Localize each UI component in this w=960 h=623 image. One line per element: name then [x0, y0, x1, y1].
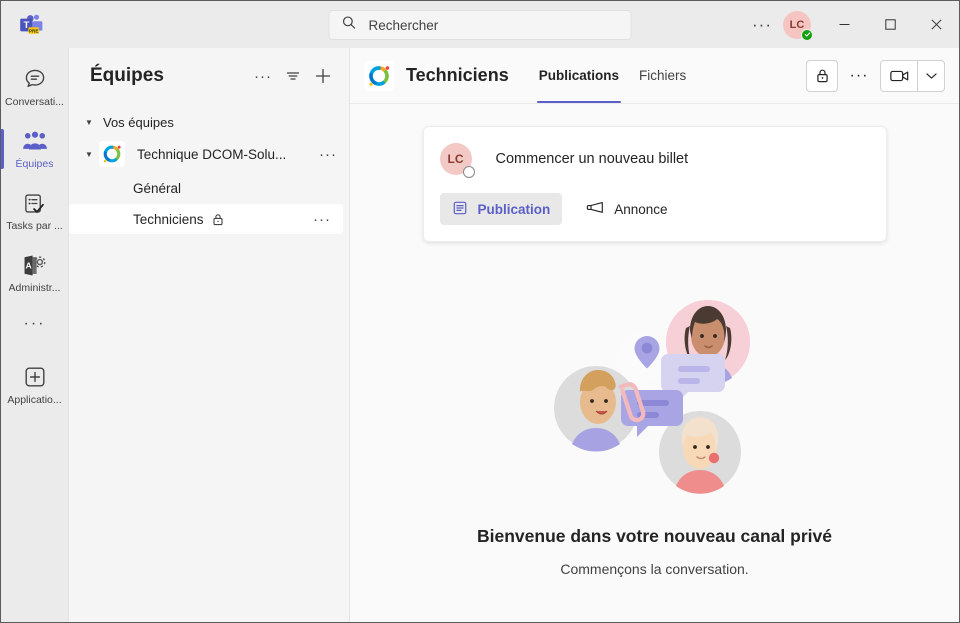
- search-placeholder: Rechercher: [368, 17, 439, 33]
- main-content: Techniciens Publications Fichiers ··· LC…: [350, 48, 959, 622]
- admin-gear-icon: A: [22, 252, 47, 278]
- minimize-button[interactable]: [821, 1, 867, 48]
- compose-top-row: LC Commencer un nouveau billet: [439, 143, 868, 178]
- empty-state: Bienvenue dans votre nouveau canal privé…: [350, 280, 959, 577]
- rail-item-apps[interactable]: Applicatio...: [1, 354, 69, 416]
- avatar[interactable]: LC: [783, 10, 813, 41]
- channel-name: Général: [133, 180, 182, 196]
- team-more-button[interactable]: ···: [317, 146, 339, 163]
- rail-label-conversations: Conversati...: [5, 96, 64, 108]
- megaphone-icon: [586, 200, 604, 218]
- teams-group-header[interactable]: ▼ Vos équipes: [69, 108, 349, 136]
- page-title: Équipes: [90, 65, 164, 86]
- private-channel-lock-button[interactable]: [806, 59, 838, 92]
- svg-text:A: A: [25, 260, 31, 270]
- avatar: LC: [439, 143, 475, 178]
- meet-now-split-button: [880, 59, 945, 92]
- avatar-initials: LC: [789, 18, 805, 31]
- tab-fichiers[interactable]: Fichiers: [629, 48, 696, 103]
- team-row[interactable]: ▼ Technique DCOM-Solu... ···: [69, 136, 349, 172]
- teams-pane: Équipes ··· ▼ Vos équipes ▼ Technique DC…: [69, 48, 350, 622]
- team-ring-logo-icon: [364, 60, 394, 91]
- teams-pane-actions: ···: [249, 62, 337, 90]
- rail-more-button[interactable]: ···: [1, 304, 69, 344]
- channel-body: LC Commencer un nouveau billet Publicati…: [350, 104, 959, 622]
- compose-card[interactable]: LC Commencer un nouveau billet Publicati…: [422, 126, 887, 242]
- teams-list: ▼ Vos équipes ▼ Technique DCOM-Solu... ·…: [69, 104, 349, 622]
- channel-name: Techniciens: [133, 211, 204, 227]
- team-ring-logo-icon: [99, 141, 125, 167]
- teams-group-label: Vos équipes: [103, 114, 174, 130]
- chevron-down-icon[interactable]: [918, 61, 944, 91]
- search-input[interactable]: Rechercher: [328, 10, 632, 40]
- rail-label-administration: Administr...: [8, 282, 61, 294]
- chevron-down-icon[interactable]: ▼: [81, 146, 97, 162]
- welcome-subtitle: Commençons la conversation.: [560, 561, 749, 577]
- channel-more-button[interactable]: ···: [846, 60, 872, 92]
- teams-logo-badge: PRE: [29, 28, 38, 33]
- avatar-initials: LC: [447, 152, 464, 166]
- filter-icon[interactable]: [279, 62, 307, 90]
- presence-offline-icon: [462, 166, 475, 178]
- chat-icon: [23, 66, 47, 92]
- title-bar: T PRE Rechercher ··· LC: [1, 1, 959, 48]
- rail-item-administration[interactable]: A Administr...: [1, 242, 69, 304]
- presence-available-icon: [801, 28, 813, 41]
- team-name: Technique DCOM-Solu...: [137, 146, 287, 162]
- app-rail: Conversati... Équipes Tasks par ... A Ad…: [0, 48, 69, 622]
- tab-publications[interactable]: Publications: [529, 48, 629, 103]
- welcome-title: Bienvenue dans votre nouveau canal privé: [477, 526, 832, 546]
- teams-people-icon: [22, 128, 48, 154]
- search-container: Rechercher: [328, 10, 632, 40]
- rail-label-teams: Équipes: [15, 158, 54, 170]
- channel-header-actions: ···: [806, 59, 945, 92]
- tab-label: Publications: [538, 68, 619, 83]
- title-bar-right: ··· LC: [745, 1, 959, 48]
- close-button[interactable]: [913, 1, 959, 48]
- rail-label-apps: Applicatio...: [7, 394, 62, 406]
- channel-row-general[interactable]: Général: [69, 173, 343, 203]
- channel-header: Techniciens Publications Fichiers ···: [350, 48, 959, 104]
- announcement-type-label: Annonce: [614, 201, 668, 217]
- teams-window: T PRE Rechercher ··· LC Conversati... Éq…: [0, 0, 960, 623]
- post-icon: [452, 200, 468, 219]
- compose-prompt: Commencer un nouveau billet: [495, 151, 689, 167]
- tab-label: Fichiers: [638, 68, 687, 83]
- announcement-type-button[interactable]: Annonce: [574, 193, 679, 225]
- teams-pane-more-button[interactable]: ···: [249, 62, 277, 90]
- post-type-button[interactable]: Publication: [439, 193, 563, 225]
- chevron-down-icon: ▼: [85, 117, 93, 127]
- search-icon: [342, 15, 357, 35]
- rail-item-tasks[interactable]: Tasks par ...: [1, 180, 69, 242]
- channel-row-techniciens[interactable]: Techniciens ···: [69, 204, 343, 234]
- rail-item-teams[interactable]: Équipes: [0, 118, 69, 180]
- titlebar-more-button[interactable]: ···: [745, 9, 779, 41]
- channel-more-button[interactable]: ···: [311, 211, 333, 228]
- teams-logo-icon: T PRE: [15, 9, 47, 41]
- channel-tabs: Publications Fichiers: [529, 48, 697, 103]
- rail-item-conversations[interactable]: Conversati...: [1, 56, 69, 118]
- post-type-label: Publication: [477, 201, 551, 217]
- video-camera-icon[interactable]: [881, 61, 917, 91]
- channel-title: Techniciens: [406, 65, 509, 85]
- compose-type-buttons: Publication Annonce: [439, 193, 868, 225]
- window-body: Conversati... Équipes Tasks par ... A Ad…: [0, 48, 959, 622]
- tasks-checklist-icon: [23, 190, 46, 216]
- apps-plus-icon: [23, 364, 47, 390]
- rail-label-tasks: Tasks par ...: [6, 220, 63, 232]
- plus-icon[interactable]: [309, 62, 337, 90]
- lock-icon: [212, 213, 224, 226]
- people-chat-bubbles-illustration: [540, 280, 770, 510]
- maximize-button[interactable]: [867, 1, 913, 48]
- teams-pane-header: Équipes ···: [69, 48, 349, 104]
